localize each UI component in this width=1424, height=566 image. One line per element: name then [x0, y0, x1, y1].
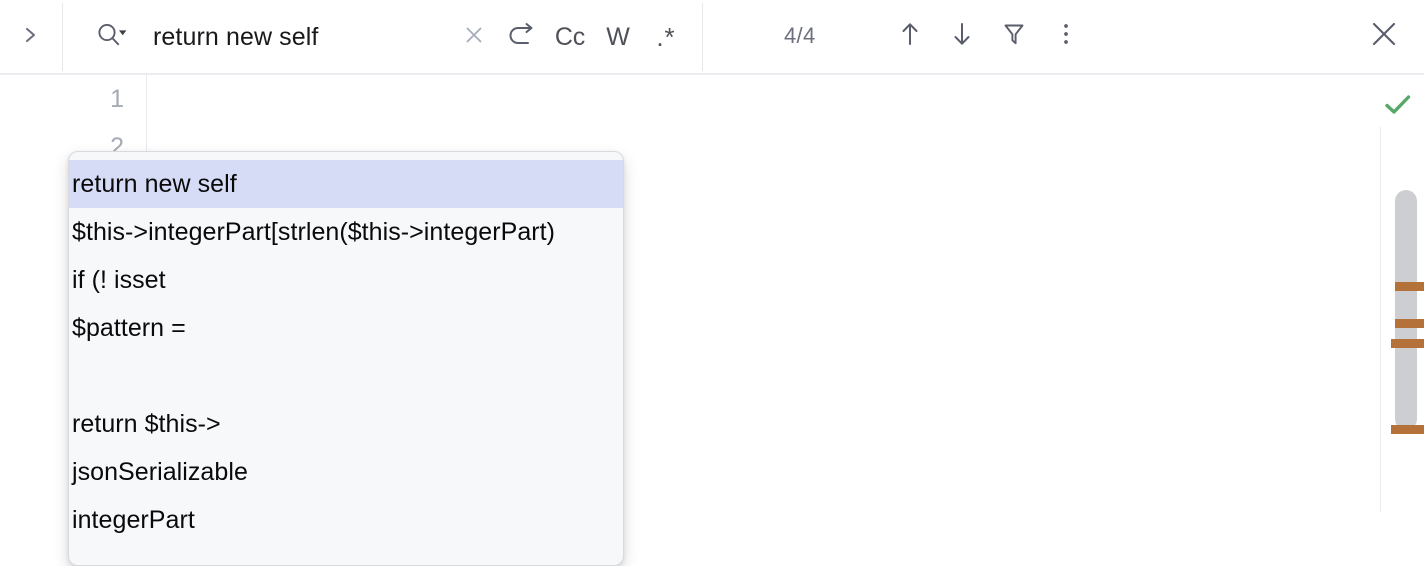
arrow-down-icon — [948, 19, 976, 54]
search-icon — [95, 20, 129, 55]
search-match-marker[interactable] — [1391, 339, 1424, 348]
search-history-item[interactable]: return new self — [69, 160, 623, 208]
match-counter: 4/4 — [784, 0, 815, 72]
search-history-item[interactable]: jsonSerializable — [69, 448, 623, 496]
search-history-item[interactable]: if (! isset — [69, 256, 623, 304]
search-history-item[interactable]: $this->integerPart[strlen($this->integer… — [69, 208, 623, 256]
match-case-icon: Cc — [555, 23, 585, 52]
find-navigation-actions — [884, 0, 1092, 72]
close-x-icon — [1367, 17, 1401, 56]
whole-words-button[interactable]: W — [594, 15, 642, 59]
find-toolbar: return new self Cc — [0, 0, 1424, 74]
search-match-marker[interactable] — [1395, 282, 1424, 291]
search-field[interactable]: return new self Cc — [62, 3, 703, 71]
three-dots-vertical-icon — [1061, 19, 1071, 54]
search-scope-dropdown-button[interactable] — [95, 20, 137, 54]
previous-occurrence-button[interactable] — [884, 13, 936, 59]
next-occurrence-button[interactable] — [936, 13, 988, 59]
search-field-actions: Cc W .* — [450, 3, 690, 71]
clear-search-button[interactable] — [450, 15, 498, 59]
scrollbar-thumb[interactable] — [1395, 190, 1417, 430]
search-match-marker[interactable] — [1395, 319, 1424, 328]
search-history-item[interactable] — [69, 352, 623, 400]
inspection-status-widget[interactable] — [1376, 87, 1420, 127]
search-match-marker[interactable] — [1391, 425, 1424, 434]
regex-button[interactable]: .* — [642, 15, 690, 59]
search-history-item[interactable]: integerPart — [69, 496, 623, 544]
new-line-button[interactable] — [498, 15, 546, 59]
search-history-popup[interactable]: return new self$this->integerPart[strlen… — [68, 151, 624, 566]
search-input-value[interactable]: return new self — [153, 3, 318, 71]
filter-funnel-icon — [1000, 19, 1028, 54]
chevron-right-icon — [23, 23, 39, 52]
search-history-item[interactable]: return $this-> — [69, 400, 623, 448]
close-find-button[interactable] — [1358, 0, 1410, 72]
new-line-arrow-icon — [506, 21, 538, 54]
inspection-ok-icon — [1382, 91, 1414, 124]
more-options-button[interactable] — [1040, 13, 1092, 59]
code-editor[interactable]: 1234567192021 return new self$this->inte… — [0, 75, 1424, 512]
filter-button[interactable] — [988, 13, 1040, 59]
search-history-item[interactable]: $pattern = — [69, 304, 623, 352]
whole-words-icon: W — [606, 23, 629, 52]
line-number: 1 — [0, 75, 128, 123]
editor-scrollbar-marker-rail[interactable] — [1380, 127, 1424, 512]
close-x-icon — [461, 22, 487, 53]
arrow-up-icon — [896, 19, 924, 54]
match-case-button[interactable]: Cc — [546, 15, 594, 59]
regex-icon: .* — [656, 22, 675, 53]
expand-search-panel-button[interactable] — [16, 18, 46, 56]
